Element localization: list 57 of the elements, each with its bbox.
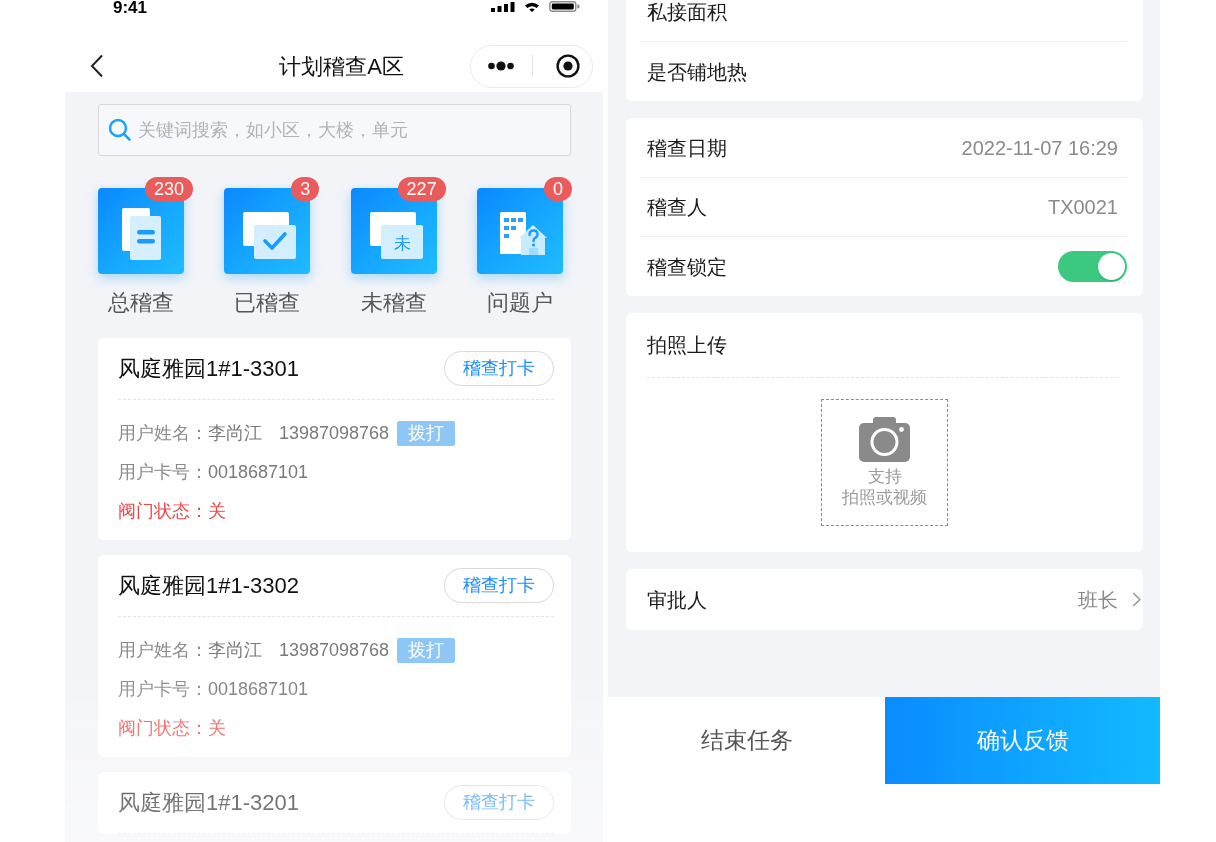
stat-label[interactable]: 问题户 xyxy=(487,288,553,318)
stat-label[interactable]: 未稽查 xyxy=(360,288,427,318)
row-label: 稽查锁定 xyxy=(647,254,727,280)
field-value: 李尚江 xyxy=(208,639,262,662)
field-label: 阀门状态： xyxy=(118,717,208,740)
phone-number: 13987098768 xyxy=(279,422,390,445)
wifi-icon xyxy=(524,2,540,12)
upload-hint: 支持 xyxy=(867,466,902,487)
footer-button[interactable]: 确认反馈 xyxy=(885,697,1160,784)
stat-label[interactable]: 已稽查 xyxy=(234,288,301,318)
check-in-button[interactable]: 稽查打卡 xyxy=(444,351,554,386)
row-value: TX0021 xyxy=(1047,195,1118,220)
row-label: 私接面积 xyxy=(647,0,727,25)
more-icon[interactable] xyxy=(488,61,514,71)
phone-number: 13987098768 xyxy=(279,639,390,662)
field-value: 关 xyxy=(208,500,226,523)
row-value: 2022-11-07 16:29 xyxy=(961,135,1118,161)
field-value: 关 xyxy=(208,717,226,740)
call-button[interactable]: 拨打 xyxy=(397,421,456,446)
field-label: 用户卡号： xyxy=(118,461,208,484)
record-title: 风庭雅园1#1-3201 xyxy=(118,789,299,817)
camera-icon xyxy=(859,416,910,462)
search-field[interactable]: 关键词搜索，如小区，大楼，单元 xyxy=(98,104,571,156)
circle-dot-icon[interactable] xyxy=(556,54,580,78)
battery-icon xyxy=(549,1,580,12)
field-label: 用户卡号： xyxy=(118,678,208,701)
row-label: 是否铺地热 xyxy=(647,59,747,85)
check-in-button[interactable]: 稽查打卡 xyxy=(444,785,554,820)
upload-hint: 拍照或视频 xyxy=(842,487,927,508)
field-value: 李尚江 xyxy=(208,422,262,445)
check-in-button[interactable]: 稽查打卡 xyxy=(444,568,554,603)
field-value: 0018687101 xyxy=(208,461,309,484)
toggle-switch[interactable] xyxy=(1058,251,1127,282)
count-badge: 3 xyxy=(291,177,320,201)
record-title: 风庭雅园1#1-3301 xyxy=(118,355,299,383)
stat-label[interactable]: 总稽查 xyxy=(108,288,174,318)
field-label: 用户姓名： xyxy=(118,639,208,662)
count-badge: 0 xyxy=(543,177,572,201)
row-value: 班长 xyxy=(1078,587,1118,613)
upload-box[interactable]: 支持 拍照或视频 xyxy=(821,399,948,526)
count-badge: 230 xyxy=(144,177,193,201)
section-title: 拍照上传 xyxy=(647,333,727,358)
field-value: 0018687101 xyxy=(208,678,309,701)
field-label: 用户姓名： xyxy=(118,422,208,445)
record-title: 风庭雅园1#1-3302 xyxy=(118,572,299,600)
chevron-right-icon[interactable] xyxy=(1132,592,1141,607)
row-label: 稽查日期 xyxy=(647,135,727,161)
search-icon xyxy=(108,118,132,142)
page-title: 计划稽查A区 xyxy=(279,52,404,81)
call-button[interactable]: 拨打 xyxy=(397,638,456,663)
row-label: 稽查人 xyxy=(647,195,707,220)
row-label: 审批人 xyxy=(647,587,707,613)
count-badge: 227 xyxy=(397,177,446,201)
signal-icon xyxy=(491,2,515,12)
status-time: 9:41 xyxy=(113,0,148,15)
field-label: 阀门状态： xyxy=(118,500,208,523)
back-button[interactable] xyxy=(90,54,104,78)
